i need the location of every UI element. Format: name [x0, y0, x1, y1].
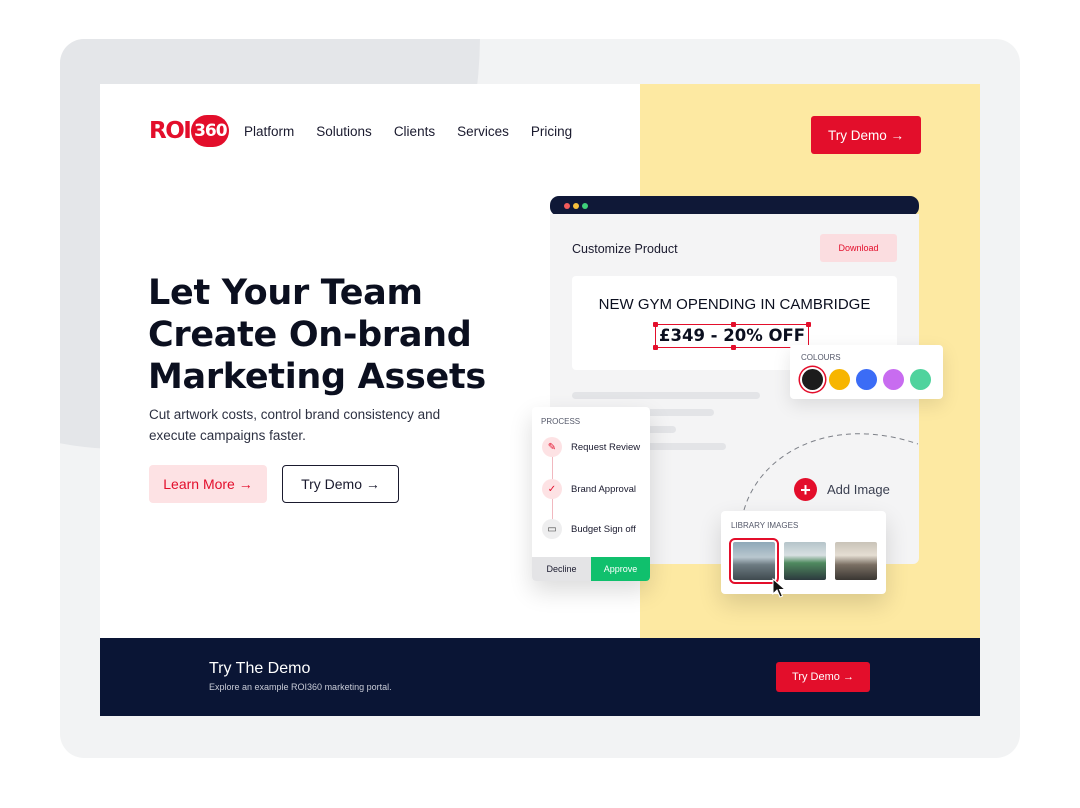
landing-page: ROI 360 Platform Solutions Clients Servi… [100, 84, 980, 716]
pencil-icon: ✎ [542, 437, 562, 457]
skeleton-line [646, 426, 676, 433]
colour-swatch-yellow[interactable] [829, 369, 850, 390]
hero-try-demo-button[interactable]: Try Demo → [282, 465, 399, 503]
colour-swatch-purple[interactable] [883, 369, 904, 390]
colours-panel: COLOURS [790, 345, 943, 399]
banner-subtitle: Explore an example ROI360 marketing port… [209, 682, 392, 692]
window-dot-green [582, 203, 588, 209]
colour-swatch-blue[interactable] [856, 369, 877, 390]
nav-item-platform[interactable]: Platform [244, 124, 294, 139]
library-images-panel: LIBRARY IMAGES [721, 511, 886, 594]
library-label: LIBRARY IMAGES [731, 521, 799, 530]
header-try-demo-button[interactable]: Try Demo → [811, 116, 921, 154]
plus-icon: + [794, 478, 817, 501]
logo-roi: ROI [149, 118, 192, 144]
price-text: £349 - 20% OFF [659, 326, 806, 345]
resize-handle[interactable] [731, 345, 736, 350]
process-label: PROCESS [541, 417, 581, 426]
main-nav: Platform Solutions Clients Services Pric… [244, 124, 572, 139]
process-step-brand-approval[interactable]: ✓ Brand Approval [542, 479, 636, 499]
resize-handle[interactable] [806, 322, 812, 327]
process-step-budget-sign-off[interactable]: ▭ Budget Sign off [542, 519, 636, 539]
decline-button[interactable]: Decline [532, 557, 591, 581]
money-icon: ▭ [542, 519, 562, 539]
colour-swatch-black[interactable] [802, 369, 823, 390]
process-panel: PROCESS ✎ Request Review ✓ Brand Approva… [532, 407, 650, 581]
demo-banner: Try The Demo Explore an example ROI360 m… [100, 638, 980, 716]
library-image-thumbnail-selected[interactable] [729, 538, 779, 584]
process-step-request-review[interactable]: ✎ Request Review [542, 437, 640, 457]
process-step-label: Brand Approval [571, 483, 636, 495]
window-dot-yellow [573, 203, 579, 209]
customize-product-title: Customize Product [572, 242, 678, 256]
skeleton-line [646, 409, 714, 416]
add-image-button[interactable]: + Add Image [794, 478, 890, 501]
process-step-label: Request Review [571, 441, 641, 453]
library-image-thumbnail[interactable] [784, 542, 826, 580]
logo-360-badge: 360 [191, 115, 230, 147]
library-image-thumbnail[interactable] [835, 542, 877, 580]
banner-title: Try The Demo [209, 660, 311, 677]
nav-item-services[interactable]: Services [457, 124, 509, 139]
download-button[interactable]: Download [820, 234, 897, 262]
resize-handle[interactable] [653, 345, 658, 350]
nav-item-solutions[interactable]: Solutions [316, 124, 372, 139]
skeleton-line [646, 443, 726, 450]
resize-handle[interactable] [653, 322, 658, 327]
check-circle-icon: ✓ [542, 479, 562, 499]
colours-label: COLOURS [801, 353, 841, 362]
approve-button[interactable]: Approve [591, 557, 650, 581]
nav-item-clients[interactable]: Clients [394, 124, 435, 139]
add-image-label: Add Image [827, 482, 890, 497]
logo[interactable]: ROI 360 [149, 115, 230, 147]
nav-item-pricing[interactable]: Pricing [531, 124, 572, 139]
canvas-price-text[interactable]: £349 - 20% OFF [653, 322, 812, 350]
canvas-headline[interactable]: NEW GYM OPENDING IN CAMBRIDGE [572, 296, 897, 313]
hero-subtitle: Cut artwork costs, control brand consist… [149, 407, 441, 443]
skeleton-line [572, 392, 760, 399]
window-dot-red [564, 203, 570, 209]
learn-more-button[interactable]: Learn More → [149, 465, 267, 503]
resize-handle[interactable] [731, 322, 736, 327]
mockup-window-bar [550, 196, 919, 216]
hero-title: Let Your Team Create On-brand Marketing … [148, 273, 486, 397]
mouse-pointer-icon [772, 578, 786, 598]
colour-swatch-green[interactable] [910, 369, 931, 390]
process-step-label: Budget Sign off [571, 523, 636, 535]
banner-try-demo-button[interactable]: Try Demo → [776, 662, 870, 692]
